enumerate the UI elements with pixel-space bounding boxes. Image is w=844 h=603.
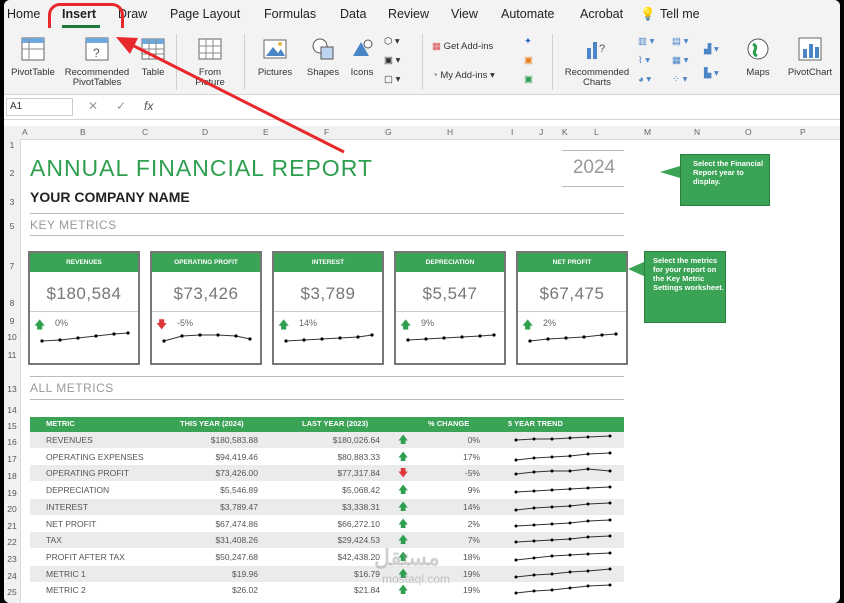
excel-window: Home Insert Draw Page Layout Formulas Da…	[4, 0, 840, 603]
annotation-arrow	[116, 37, 345, 154]
